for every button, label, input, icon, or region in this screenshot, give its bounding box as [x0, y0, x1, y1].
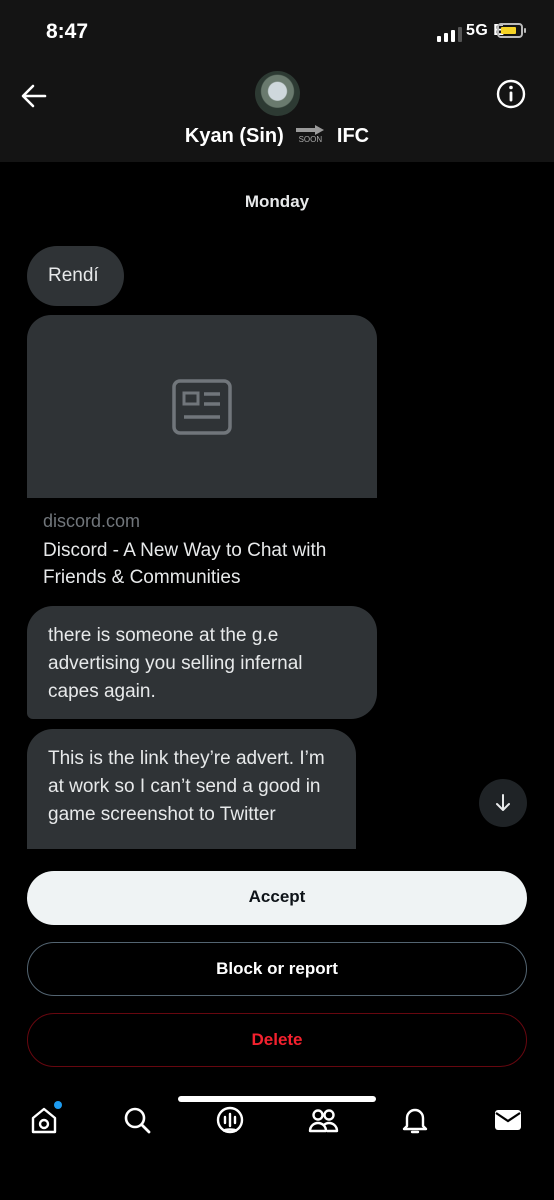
notifications-icon[interactable]	[399, 1104, 431, 1136]
conversation-title[interactable]: Kyan (Sin) SOON IFC	[0, 125, 554, 148]
unread-dot	[54, 1101, 62, 1109]
arrow-down-icon	[496, 794, 510, 811]
info-icon[interactable]	[495, 78, 527, 110]
message-bubble[interactable]: This is the link they’re advert. I’m at …	[27, 729, 356, 849]
status-bar: 8:47 5G E	[0, 0, 554, 62]
link-preview-card[interactable]	[27, 315, 377, 498]
contact-name-suffix: IFC	[336, 125, 370, 147]
home-indicator[interactable]	[178, 1096, 376, 1102]
battery-icon	[497, 23, 526, 38]
link-domain[interactable]: discord.com	[43, 511, 140, 532]
message-bubble[interactable]: there is someone at the g.e advertising …	[27, 606, 377, 719]
cellular-signal-icon	[437, 27, 462, 42]
communities-icon[interactable]	[307, 1104, 339, 1136]
home-icon[interactable]	[28, 1101, 62, 1136]
soon-arrow-badge: SOON	[295, 125, 325, 144]
clock: 8:47	[46, 20, 89, 43]
scroll-to-bottom-button[interactable]	[479, 779, 527, 827]
block-or-report-button[interactable]: Block or report	[27, 942, 527, 996]
message-bubble[interactable]: Rendí	[27, 246, 124, 306]
messages-icon[interactable]	[492, 1104, 524, 1136]
back-arrow-icon[interactable]	[16, 78, 52, 114]
spaces-icon[interactable]	[214, 1104, 246, 1136]
accept-button[interactable]: Accept	[27, 871, 527, 925]
avatar[interactable]	[255, 71, 300, 116]
delete-button[interactable]: Delete	[27, 1013, 527, 1067]
article-placeholder-icon	[172, 379, 232, 435]
date-separator: Monday	[244, 192, 310, 211]
contact-name: Kyan (Sin)	[184, 125, 284, 147]
search-icon[interactable]	[121, 1104, 153, 1136]
bottom-tab-bar	[0, 1088, 554, 1200]
conversation-header: Kyan (Sin) SOON IFC	[0, 62, 554, 162]
link-title[interactable]: Discord - A New Way to Chat with Friends…	[43, 537, 343, 591]
